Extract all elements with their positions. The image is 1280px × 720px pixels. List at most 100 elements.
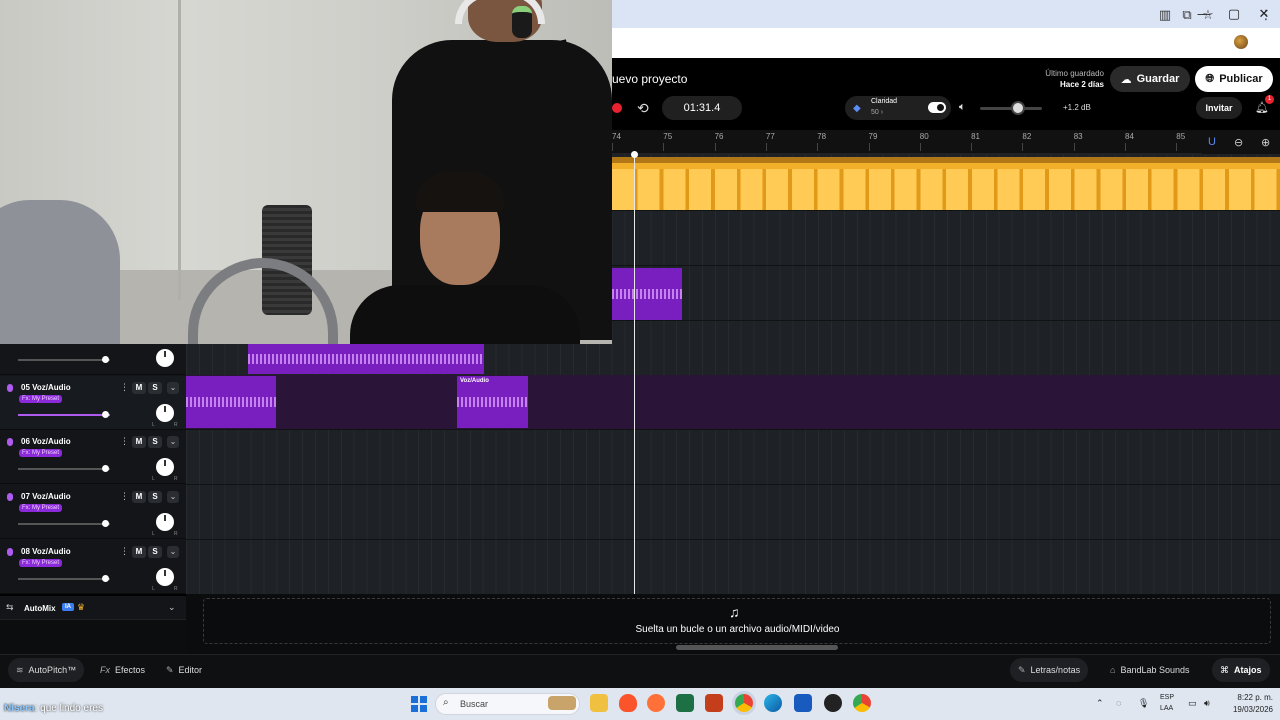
tray-overflow-icon[interactable]: ⌃ xyxy=(1096,698,1104,709)
fx-preset-badge[interactable]: Fx: My Preset xyxy=(19,504,63,512)
pan-knob[interactable] xyxy=(156,349,174,367)
obs-icon[interactable] xyxy=(824,694,842,712)
zoom-out-icon[interactable]: ⊖ xyxy=(1234,136,1243,149)
track-header[interactable]: 07 Voz/Audio Fx: My Preset ⋮ M S ⌄ L R xyxy=(0,485,186,539)
pan-knob[interactable] xyxy=(156,404,174,422)
audio-clip[interactable] xyxy=(248,344,484,374)
track-header[interactable]: 06 Voz/Audio Fx: My Preset ⋮ M S ⌄ L R xyxy=(0,430,186,484)
ruler-bar-number: 77 xyxy=(765,132,775,141)
solo-button[interactable]: S xyxy=(148,546,162,558)
kebab-menu-icon[interactable]: ⋮ xyxy=(1258,7,1274,23)
pan-knob[interactable] xyxy=(156,513,174,531)
speaker-icon[interactable]: 🔊︎ xyxy=(1204,698,1210,709)
volume-fader[interactable] xyxy=(18,523,110,525)
horizontal-scrollbar[interactable] xyxy=(676,645,838,650)
pan-knob[interactable] xyxy=(156,458,174,476)
volume-fader-handle[interactable] xyxy=(102,465,109,472)
fx-preset-badge[interactable]: Fx: My Preset xyxy=(19,395,63,403)
fx-preset-badge[interactable]: Fx: My Preset xyxy=(19,559,63,567)
playhead[interactable] xyxy=(634,154,635,654)
mute-button[interactable]: M xyxy=(132,436,146,448)
chevron-down-icon[interactable]: ⌄ xyxy=(167,382,179,394)
audio-clip[interactable]: Voz/Audio xyxy=(457,376,528,428)
volume-fader[interactable] xyxy=(18,578,110,580)
clarity-value[interactable]: 50 › xyxy=(871,109,883,116)
mute-button[interactable]: M xyxy=(132,546,146,558)
lane-selected[interactable] xyxy=(186,375,1280,429)
record-button[interactable] xyxy=(612,103,622,113)
mute-button[interactable]: M xyxy=(132,491,146,503)
loop-clip[interactable] xyxy=(612,157,1280,210)
audio-clip[interactable] xyxy=(612,268,682,320)
autopitch-button[interactable]: ≋ AutoPitch™ xyxy=(8,658,85,682)
powerpoint-icon[interactable] xyxy=(705,694,723,712)
publish-button[interactable]: 🌐︎ Publicar xyxy=(1195,66,1273,92)
track-name[interactable]: 05 Voz/Audio xyxy=(21,383,71,392)
volume-fader[interactable] xyxy=(18,359,110,361)
track-menu-icon[interactable]: ⋮ xyxy=(120,546,129,557)
volume-fader[interactable] xyxy=(18,468,110,470)
volume-fader-handle[interactable] xyxy=(102,575,109,582)
network-icon[interactable]: ▭ xyxy=(1188,698,1197,709)
edge-icon[interactable] xyxy=(764,694,782,712)
solo-button[interactable]: S xyxy=(148,436,162,448)
track-menu-icon[interactable]: ⋮ xyxy=(120,382,129,393)
pan-knob[interactable] xyxy=(156,568,174,586)
magnet-icon[interactable]: U xyxy=(1208,136,1216,148)
track-name[interactable]: 06 Voz/Audio xyxy=(21,437,71,446)
volume-fader-handle[interactable] xyxy=(102,356,109,363)
volume-fader-handle[interactable] xyxy=(102,411,109,418)
taskbar-clock-date[interactable]: 19/03/2026 xyxy=(1220,705,1273,714)
chrome-icon[interactable] xyxy=(735,694,753,712)
word-icon[interactable] xyxy=(794,694,812,712)
chevron-down-icon[interactable]: ⌄ xyxy=(167,491,179,503)
project-title[interactable]: uevo proyecto xyxy=(612,72,687,86)
volume-icon[interactable]: 🔈︎ xyxy=(959,101,966,114)
maximize-icon[interactable]: ▢ xyxy=(1224,6,1244,22)
bandlab-sounds-button[interactable]: ⌂ BandLab Sounds xyxy=(1102,658,1198,682)
language-top[interactable]: ESP xyxy=(1160,694,1174,701)
excel-icon[interactable] xyxy=(676,694,694,712)
star-icon[interactable]: ☆ xyxy=(1200,7,1216,23)
playhead-handle[interactable] xyxy=(631,151,638,158)
taskbar-clock-time[interactable]: 8:22 p. m. xyxy=(1229,693,1273,702)
track-menu-icon[interactable]: ⋮ xyxy=(120,491,129,502)
fx-preset-badge[interactable]: Fx: My Preset xyxy=(19,449,63,457)
chrome-profile-icon[interactable] xyxy=(853,694,871,712)
track-header[interactable]: 05 Voz/Audio Fx: My Preset ⋮ M S ⌄ L R xyxy=(0,376,186,430)
effects-button[interactable]: Fx Efectos xyxy=(92,658,153,682)
microphone-icon[interactable]: 🎙︎ xyxy=(1138,698,1149,709)
firefox-icon[interactable] xyxy=(647,694,665,712)
file-explorer-icon[interactable] xyxy=(590,694,608,712)
track-header[interactable]: 08 Voz/Audio Fx: My Preset ⋮ M S ⌄ L R xyxy=(0,540,186,594)
volume-fader-handle[interactable] xyxy=(102,520,109,527)
sidebar-icon[interactable]: ▥ xyxy=(1157,7,1173,23)
pan-right-label: R xyxy=(174,531,178,537)
clarity-toggle[interactable] xyxy=(928,102,946,113)
language-bottom[interactable]: LAA xyxy=(1160,705,1173,712)
track-menu-icon[interactable]: ⋮ xyxy=(120,436,129,447)
chevron-down-icon[interactable]: ⌄ xyxy=(167,546,179,558)
solo-button[interactable]: S xyxy=(148,382,162,394)
tray-app-icon[interactable]: ◌ xyxy=(1116,698,1121,708)
chevron-down-icon[interactable]: ⌄ xyxy=(167,436,179,448)
chevron-down-icon[interactable]: ⌄ xyxy=(168,602,176,613)
windows-start-icon[interactable] xyxy=(411,696,427,712)
save-button[interactable]: ☁ Guardar xyxy=(1110,66,1190,92)
mute-button[interactable]: M xyxy=(132,382,146,394)
editor-button[interactable]: ✎ Editor xyxy=(158,658,210,682)
zoom-in-icon[interactable]: ⊕ xyxy=(1261,136,1270,149)
volume-fader[interactable] xyxy=(18,414,110,416)
install-icon[interactable]: ⧉ xyxy=(1179,7,1195,23)
audio-clip[interactable] xyxy=(186,376,276,428)
brave-icon[interactable] xyxy=(619,694,637,712)
solo-button[interactable]: S xyxy=(148,491,162,503)
track-name[interactable]: 07 Voz/Audio xyxy=(21,492,71,501)
loop-icon[interactable]: ⟲ xyxy=(637,100,649,117)
track-name[interactable]: 08 Voz/Audio xyxy=(21,547,71,556)
profile-avatar[interactable] xyxy=(1234,35,1248,49)
invite-button[interactable]: Invitar xyxy=(1196,97,1242,119)
notification-badge: 1 xyxy=(1265,95,1274,104)
lyrics-button[interactable]: ✎ Letras/notas xyxy=(1010,658,1089,682)
shortcuts-button[interactable]: ⌘ Atajos xyxy=(1212,658,1270,682)
